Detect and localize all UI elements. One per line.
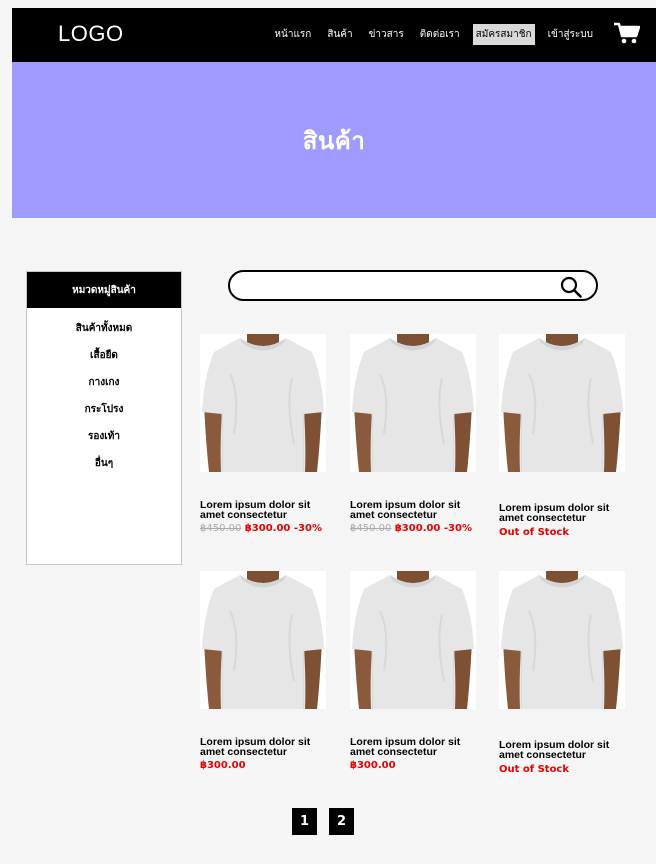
nav-home[interactable]: หน้าแรก xyxy=(271,24,314,45)
product-name[interactable]: Lorem ipsum dolor sit amet consectetur xyxy=(350,737,476,758)
sidebar-title: หมวดหมู่สินค้า xyxy=(27,272,181,308)
product-card[interactable]: Lorem ipsum dolor sit amet consectetur ฿… xyxy=(200,334,326,534)
category-item-skirt[interactable]: กระโปรง xyxy=(27,401,181,428)
product-sale-price: ฿300.00 xyxy=(394,523,441,534)
page-button-1[interactable]: 1 xyxy=(292,808,317,835)
nav-products[interactable]: สินค้า xyxy=(324,24,355,45)
category-item-shoes[interactable]: รองเท้า xyxy=(27,428,181,455)
cart-icon[interactable] xyxy=(614,22,640,44)
search-input[interactable] xyxy=(244,276,548,298)
category-list: สินค้าทั้งหมด เสื้อยืด กางเกง กระโปรง รอ… xyxy=(27,308,181,482)
product-price: ฿450.00 ฿300.00 -30% xyxy=(200,523,326,534)
product-card[interactable]: Lorem ipsum dolor sit amet consectetur O… xyxy=(499,571,625,775)
product-price: ฿300.00 xyxy=(350,760,476,771)
pagination: 1 2 xyxy=(292,808,354,835)
product-card[interactable]: Lorem ipsum dolor sit amet consectetur ฿… xyxy=(350,571,476,771)
product-image[interactable] xyxy=(200,571,326,709)
product-card[interactable]: Lorem ipsum dolor sit amet consectetur ฿… xyxy=(200,571,326,771)
page-button-2[interactable]: 2 xyxy=(329,808,354,835)
product-discount: -30% xyxy=(443,523,472,534)
product-image[interactable] xyxy=(350,571,476,709)
product-sale-price: ฿300.00 xyxy=(244,523,291,534)
product-card[interactable]: Lorem ipsum dolor sit amet consectetur ฿… xyxy=(350,334,476,534)
logo[interactable]: LOGO xyxy=(58,21,124,47)
category-item-tshirt[interactable]: เสื้อยืด xyxy=(27,347,181,374)
search-bar xyxy=(228,270,598,301)
main-nav: หน้าแรก สินค้า ข่าวสาร ติดต่อเรา สมัครสม… xyxy=(271,24,596,45)
top-navbar: LOGO หน้าแรก สินค้า ข่าวสาร ติดต่อเรา สม… xyxy=(12,8,656,62)
product-price: ฿300.00 xyxy=(200,760,326,771)
nav-register[interactable]: สมัครสมาชิก xyxy=(472,24,535,45)
product-image[interactable] xyxy=(499,571,625,709)
nav-news[interactable]: ข่าวสาร xyxy=(366,24,407,45)
category-item-all[interactable]: สินค้าทั้งหมด xyxy=(27,320,181,347)
product-name[interactable]: Lorem ipsum dolor sit amet consectetur xyxy=(350,500,476,521)
product-card[interactable]: Lorem ipsum dolor sit amet consectetur O… xyxy=(499,334,625,538)
product-image[interactable] xyxy=(200,334,326,472)
product-discount: -30% xyxy=(293,523,322,534)
product-name[interactable]: Lorem ipsum dolor sit amet consectetur xyxy=(200,737,326,758)
product-price: ฿450.00 ฿300.00 -30% xyxy=(350,523,476,534)
stock-status: Out of Stock xyxy=(499,527,570,538)
product-old-price: ฿450.00 xyxy=(200,523,242,534)
category-item-pants[interactable]: กางเกง xyxy=(27,374,181,401)
product-name[interactable]: Lorem ipsum dolor sit amet consectetur xyxy=(499,503,625,524)
stock-status: Out of Stock xyxy=(499,764,570,775)
product-old-price: ฿450.00 xyxy=(350,523,392,534)
product-name[interactable]: Lorem ipsum dolor sit amet consectetur xyxy=(499,740,625,761)
page-banner: สินค้า xyxy=(12,62,656,218)
category-sidebar: หมวดหมู่สินค้า สินค้าทั้งหมด เสื้อยืด กา… xyxy=(26,271,182,565)
product-image[interactable] xyxy=(350,334,476,472)
product-sale-price: ฿300.00 xyxy=(350,760,396,771)
page-title: สินค้า xyxy=(302,126,366,155)
search-icon[interactable] xyxy=(560,276,582,298)
product-sale-price: ฿300.00 xyxy=(200,760,246,771)
product-name[interactable]: Lorem ipsum dolor sit amet consectetur xyxy=(200,500,326,521)
product-image[interactable] xyxy=(499,334,625,472)
nav-login[interactable]: เข้าสู่ระบบ xyxy=(545,24,596,45)
nav-contact[interactable]: ติดต่อเรา xyxy=(417,24,463,45)
category-item-other[interactable]: อื่นๆ xyxy=(27,455,181,482)
